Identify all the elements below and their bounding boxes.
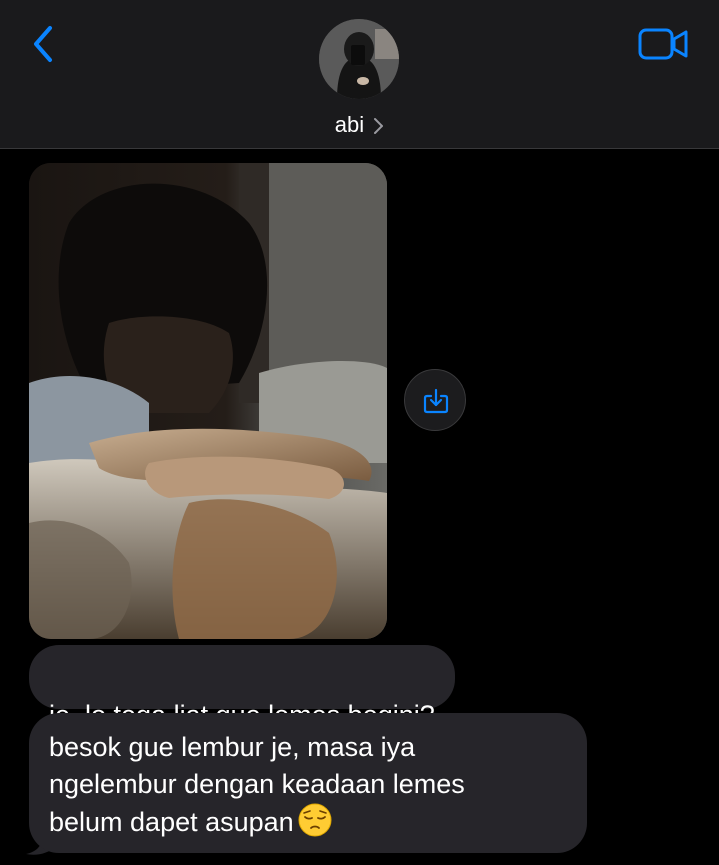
chevron-left-icon [34, 26, 52, 62]
save-download-icon [423, 388, 449, 414]
conversation-header: abi [0, 0, 719, 149]
photo-message[interactable] [29, 163, 387, 639]
contact-name-button[interactable]: abi [0, 111, 719, 139]
video-call-button[interactable] [636, 24, 692, 64]
video-camera-icon [638, 28, 688, 60]
message-text: besok gue lembur je, masa iya ngelembur … [49, 732, 465, 837]
contact-name: abi [334, 112, 365, 137]
message-bubble[interactable]: besok gue lembur je, masa iya ngelembur … [29, 713, 587, 853]
chevron-right-icon [374, 118, 384, 135]
save-photo-button[interactable] [404, 369, 466, 431]
avatar-image [319, 19, 399, 99]
message-bubble[interactable]: je, lo tega liat gue lemes begini? [29, 645, 455, 730]
contact-avatar[interactable] [319, 19, 399, 99]
pensive-face-emoji [298, 803, 332, 837]
back-button[interactable] [26, 22, 62, 66]
photo-image [29, 163, 387, 639]
